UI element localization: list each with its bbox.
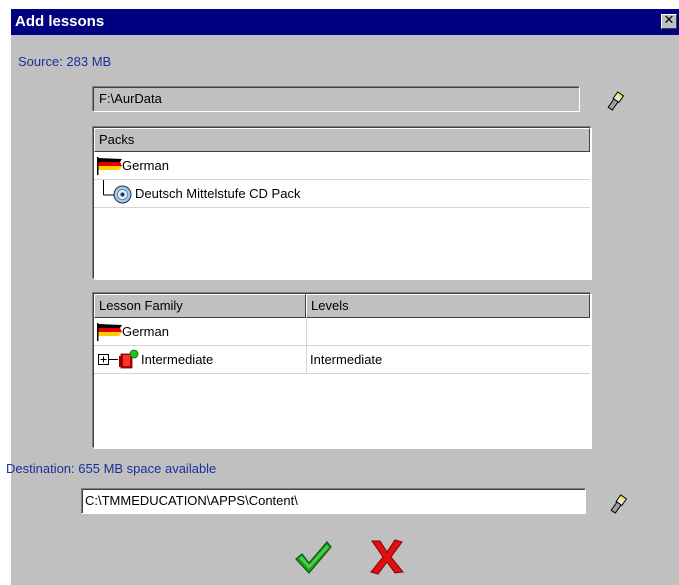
book-icon xyxy=(119,349,139,369)
flashlight-icon[interactable] xyxy=(603,89,627,113)
flashlight-icon[interactable] xyxy=(606,492,630,516)
pack-item-label: German xyxy=(122,158,169,173)
lesson-family-cell: German xyxy=(122,324,169,339)
lesson-level-cell: Intermediate xyxy=(310,352,383,367)
german-flag-icon xyxy=(97,323,122,341)
add-lessons-dialog: Add lessons ✕ Source: 283 MB F:\AurData … xyxy=(6,8,679,585)
expand-icon[interactable] xyxy=(98,354,109,365)
ok-button[interactable] xyxy=(293,537,333,577)
lesson-family-cell: Intermediate xyxy=(141,352,214,367)
source-label: Source: 283 MB xyxy=(18,54,112,69)
tree-connector-icon xyxy=(109,359,118,360)
column-header-lesson-family[interactable]: Lesson Family xyxy=(94,294,306,318)
packs-panel: Packs German Deutsch Mittelstufe CD Pack xyxy=(93,127,591,279)
destination-label: Destination: 655 MB space available xyxy=(6,461,217,476)
pack-item-deutsch-mittelstufe[interactable]: Deutsch Mittelstufe CD Pack xyxy=(94,180,590,208)
window-title: Add lessons xyxy=(15,13,105,30)
cancel-button[interactable] xyxy=(367,537,407,577)
lesson-row-german[interactable]: German xyxy=(94,318,590,346)
destination-path-field[interactable]: C:\TMMEDUCATION\APPS\Content\ xyxy=(81,488,586,514)
lesson-row-intermediate[interactable]: Intermediate Intermediate xyxy=(94,346,590,374)
title-bar: Add lessons ✕ xyxy=(11,9,679,35)
german-flag-icon xyxy=(97,157,122,175)
pack-item-german[interactable]: German xyxy=(94,152,590,180)
packs-header[interactable]: Packs xyxy=(94,128,590,152)
column-header-levels[interactable]: Levels xyxy=(306,294,590,318)
cd-icon xyxy=(113,185,132,204)
close-button[interactable]: ✕ xyxy=(661,14,677,29)
source-path-field[interactable]: F:\AurData xyxy=(92,86,580,112)
pack-item-label: Deutsch Mittelstufe CD Pack xyxy=(135,186,301,201)
lesson-family-panel: Lesson Family Levels German Intermediate… xyxy=(93,293,591,448)
